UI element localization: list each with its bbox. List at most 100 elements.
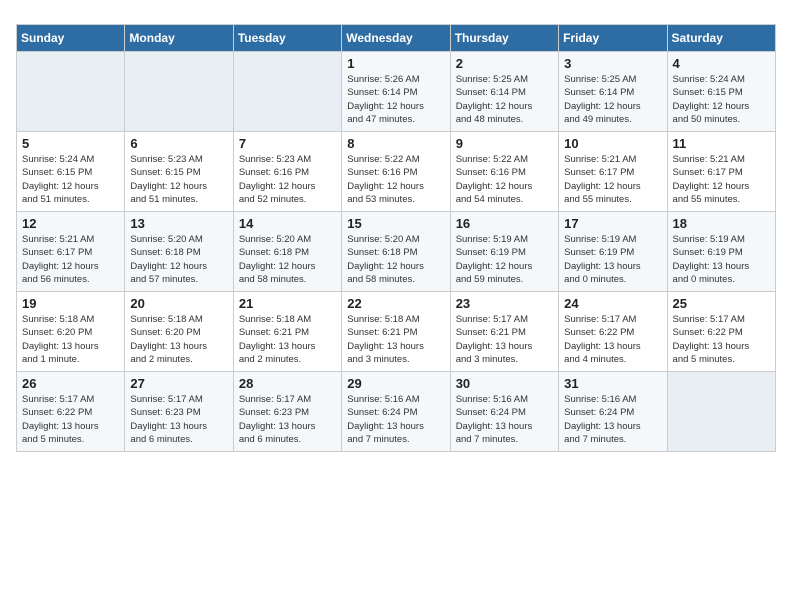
day-info: Sunrise: 5:24 AMSunset: 6:15 PMDaylight:… — [22, 153, 119, 206]
calendar-cell: 29 Sunrise: 5:16 AMSunset: 6:24 PMDayligh… — [342, 372, 450, 452]
day-info: Sunrise: 5:23 AMSunset: 6:16 PMDaylight:… — [239, 153, 336, 206]
calendar-cell: 5 Sunrise: 5:24 AMSunset: 6:15 PMDaylight… — [17, 132, 125, 212]
calendar-cell: 15 Sunrise: 5:20 AMSunset: 6:18 PMDayligh… — [342, 212, 450, 292]
day-number: 20 — [130, 296, 227, 311]
calendar-cell: 4 Sunrise: 5:24 AMSunset: 6:15 PMDaylight… — [667, 52, 775, 132]
day-number: 4 — [673, 56, 770, 71]
day-info: Sunrise: 5:16 AMSunset: 6:24 PMDaylight:… — [347, 393, 444, 446]
calendar-cell: 21 Sunrise: 5:18 AMSunset: 6:21 PMDayligh… — [233, 292, 341, 372]
day-number: 27 — [130, 376, 227, 391]
calendar-cell: 13 Sunrise: 5:20 AMSunset: 6:18 PMDayligh… — [125, 212, 233, 292]
day-info: Sunrise: 5:17 AMSunset: 6:21 PMDaylight:… — [456, 313, 553, 366]
day-number: 24 — [564, 296, 661, 311]
day-number: 2 — [456, 56, 553, 71]
calendar-cell: 8 Sunrise: 5:22 AMSunset: 6:16 PMDaylight… — [342, 132, 450, 212]
weekday-header-row: SundayMondayTuesdayWednesdayThursdayFrid… — [17, 25, 776, 52]
calendar-cell: 20 Sunrise: 5:18 AMSunset: 6:20 PMDayligh… — [125, 292, 233, 372]
calendar-cell: 28Sunrise: 5:17 AMSunset: 6:23 PMDayligh… — [233, 372, 341, 452]
day-info: Sunrise: 5:18 AMSunset: 6:20 PMDaylight:… — [130, 313, 227, 366]
day-number: 7 — [239, 136, 336, 151]
day-number: 8 — [347, 136, 444, 151]
day-info: Sunrise: 5:19 AMSunset: 6:19 PMDaylight:… — [564, 233, 661, 286]
calendar-week-2: 5 Sunrise: 5:24 AMSunset: 6:15 PMDaylight… — [17, 132, 776, 212]
day-info: Sunrise: 5:20 AMSunset: 6:18 PMDaylight:… — [347, 233, 444, 286]
calendar-cell — [17, 52, 125, 132]
day-number: 23 — [456, 296, 553, 311]
calendar-cell: 11 Sunrise: 5:21 AMSunset: 6:17 PMDayligh… — [667, 132, 775, 212]
day-number: 1 — [347, 56, 444, 71]
day-number: 5 — [22, 136, 119, 151]
day-number: 12 — [22, 216, 119, 231]
day-number: 22 — [347, 296, 444, 311]
day-info: Sunrise: 5:22 AMSunset: 6:16 PMDaylight:… — [347, 153, 444, 206]
day-info: Sunrise: 5:20 AMSunset: 6:18 PMDaylight:… — [239, 233, 336, 286]
day-number: 18 — [673, 216, 770, 231]
day-info: Sunrise: 5:26 AMSunset: 6:14 PMDaylight:… — [347, 73, 444, 126]
day-info: Sunrise: 5:17 AMSunset: 6:22 PMDaylight:… — [22, 393, 119, 446]
calendar-cell: 24 Sunrise: 5:17 AMSunset: 6:22 PMDayligh… — [559, 292, 667, 372]
day-info: Sunrise: 5:18 AMSunset: 6:20 PMDaylight:… — [22, 313, 119, 366]
calendar-cell: 16 Sunrise: 5:19 AMSunset: 6:19 PMDayligh… — [450, 212, 558, 292]
calendar-cell: 2 Sunrise: 5:25 AMSunset: 6:14 PMDaylight… — [450, 52, 558, 132]
day-number: 25 — [673, 296, 770, 311]
weekday-header-thursday: Thursday — [450, 25, 558, 52]
day-number: 15 — [347, 216, 444, 231]
calendar-cell — [667, 372, 775, 452]
day-number: 13 — [130, 216, 227, 231]
day-number: 31 — [564, 376, 661, 391]
calendar-cell: 22 Sunrise: 5:18 AMSunset: 6:21 PMDayligh… — [342, 292, 450, 372]
calendar-cell: 12 Sunrise: 5:21 AMSunset: 6:17 PMDayligh… — [17, 212, 125, 292]
day-info: Sunrise: 5:21 AMSunset: 6:17 PMDaylight:… — [673, 153, 770, 206]
day-info: Sunrise: 5:25 AMSunset: 6:14 PMDaylight:… — [456, 73, 553, 126]
calendar-cell: 1 Sunrise: 5:26 AMSunset: 6:14 PMDaylight… — [342, 52, 450, 132]
calendar-cell: 18Sunrise: 5:19 AMSunset: 6:19 PMDayligh… — [667, 212, 775, 292]
calendar-cell: 10 Sunrise: 5:21 AMSunset: 6:17 PMDayligh… — [559, 132, 667, 212]
weekday-header-monday: Monday — [125, 25, 233, 52]
calendar-cell: 17 Sunrise: 5:19 AMSunset: 6:19 PMDayligh… — [559, 212, 667, 292]
calendar-cell: 7 Sunrise: 5:23 AMSunset: 6:16 PMDaylight… — [233, 132, 341, 212]
calendar-week-1: 1 Sunrise: 5:26 AMSunset: 6:14 PMDaylight… — [17, 52, 776, 132]
weekday-header-tuesday: Tuesday — [233, 25, 341, 52]
day-info: Sunrise: 5:25 AMSunset: 6:14 PMDaylight:… — [564, 73, 661, 126]
calendar-cell: 9Sunrise: 5:22 AMSunset: 6:16 PMDaylight… — [450, 132, 558, 212]
day-number: 19 — [22, 296, 119, 311]
day-number: 17 — [564, 216, 661, 231]
day-info: Sunrise: 5:20 AMSunset: 6:18 PMDaylight:… — [130, 233, 227, 286]
weekday-header-wednesday: Wednesday — [342, 25, 450, 52]
day-number: 30 — [456, 376, 553, 391]
day-info: Sunrise: 5:17 AMSunset: 6:23 PMDaylight:… — [239, 393, 336, 446]
day-info: Sunrise: 5:19 AMSunset: 6:19 PMDaylight:… — [456, 233, 553, 286]
calendar-cell: 14Sunrise: 5:20 AMSunset: 6:18 PMDayligh… — [233, 212, 341, 292]
day-info: Sunrise: 5:21 AMSunset: 6:17 PMDaylight:… — [22, 233, 119, 286]
day-number: 10 — [564, 136, 661, 151]
calendar-week-3: 12 Sunrise: 5:21 AMSunset: 6:17 PMDayligh… — [17, 212, 776, 292]
calendar-cell: 25 Sunrise: 5:17 AMSunset: 6:22 PMDayligh… — [667, 292, 775, 372]
day-number: 29 — [347, 376, 444, 391]
day-info: Sunrise: 5:16 AMSunset: 6:24 PMDaylight:… — [456, 393, 553, 446]
day-info: Sunrise: 5:17 AMSunset: 6:23 PMDaylight:… — [130, 393, 227, 446]
calendar-cell: 31Sunrise: 5:16 AMSunset: 6:24 PMDayligh… — [559, 372, 667, 452]
calendar-cell: 19 Sunrise: 5:18 AMSunset: 6:20 PMDayligh… — [17, 292, 125, 372]
weekday-header-sunday: Sunday — [17, 25, 125, 52]
day-info: Sunrise: 5:17 AMSunset: 6:22 PMDaylight:… — [673, 313, 770, 366]
day-number: 26 — [22, 376, 119, 391]
calendar-cell: 6 Sunrise: 5:23 AMSunset: 6:15 PMDaylight… — [125, 132, 233, 212]
day-info: Sunrise: 5:18 AMSunset: 6:21 PMDaylight:… — [347, 313, 444, 366]
day-number: 21 — [239, 296, 336, 311]
day-number: 6 — [130, 136, 227, 151]
day-info: Sunrise: 5:21 AMSunset: 6:17 PMDaylight:… — [564, 153, 661, 206]
calendar-cell: 23 Sunrise: 5:17 AMSunset: 6:21 PMDayligh… — [450, 292, 558, 372]
calendar-week-4: 19 Sunrise: 5:18 AMSunset: 6:20 PMDayligh… — [17, 292, 776, 372]
day-info: Sunrise: 5:23 AMSunset: 6:15 PMDaylight:… — [130, 153, 227, 206]
day-number: 11 — [673, 136, 770, 151]
day-number: 9 — [456, 136, 553, 151]
weekday-header-friday: Friday — [559, 25, 667, 52]
day-info: Sunrise: 5:18 AMSunset: 6:21 PMDaylight:… — [239, 313, 336, 366]
calendar-cell: 3Sunrise: 5:25 AMSunset: 6:14 PMDaylight… — [559, 52, 667, 132]
calendar-week-5: 26 Sunrise: 5:17 AMSunset: 6:22 PMDayligh… — [17, 372, 776, 452]
calendar-cell: 30 Sunrise: 5:16 AMSunset: 6:24 PMDayligh… — [450, 372, 558, 452]
day-number: 16 — [456, 216, 553, 231]
day-info: Sunrise: 5:24 AMSunset: 6:15 PMDaylight:… — [673, 73, 770, 126]
calendar-cell: 26 Sunrise: 5:17 AMSunset: 6:22 PMDayligh… — [17, 372, 125, 452]
day-info: Sunrise: 5:17 AMSunset: 6:22 PMDaylight:… — [564, 313, 661, 366]
